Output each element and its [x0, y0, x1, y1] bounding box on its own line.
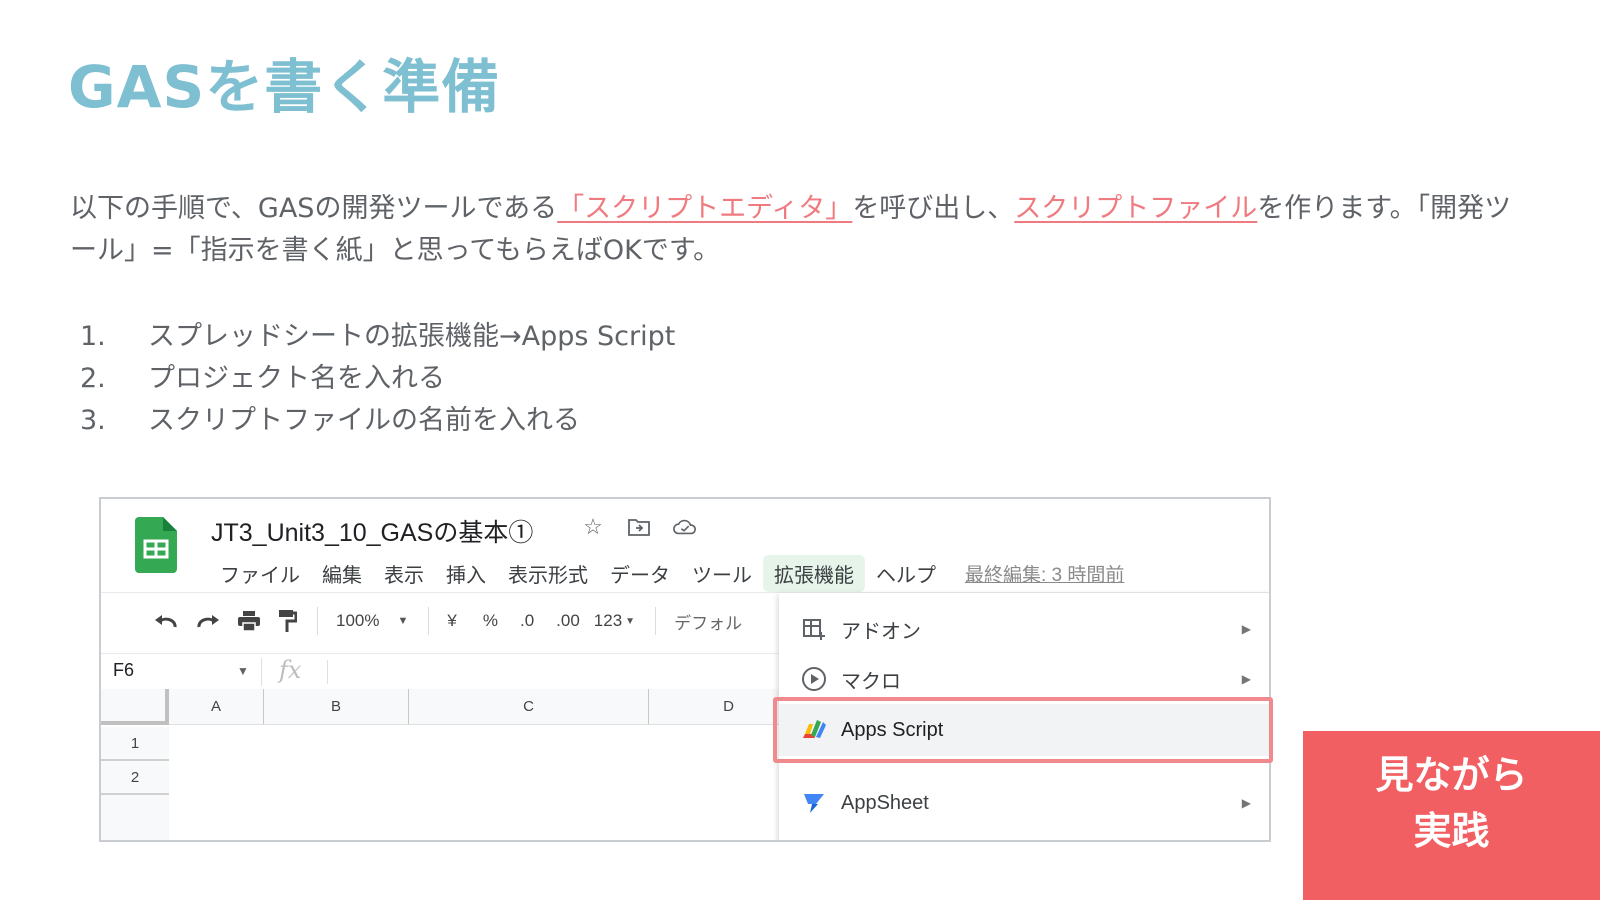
menu-item-add-ons[interactable]: アドオン ▶ [779, 604, 1269, 654]
currency-format-button[interactable]: ¥ [447, 611, 456, 631]
name-box[interactable]: F6 [113, 660, 134, 681]
step-text: スクリプトファイルの名前を入れる [148, 405, 580, 436]
menu-edit[interactable]: 編集 [311, 555, 373, 592]
appsheet-icon [801, 790, 827, 816]
step-number: 1. [80, 321, 106, 352]
formula-separator [261, 658, 262, 686]
menu-view[interactable]: 表示 [373, 555, 435, 592]
star-icon[interactable]: ☆ [581, 514, 605, 539]
apps-script-icon [801, 717, 827, 743]
toolbar-separator [428, 607, 430, 635]
menu-item-macros[interactable]: マクロ ▶ [779, 654, 1269, 704]
step-text: スプレッドシートの拡張機能→Apps Script [148, 321, 676, 352]
column-header-b[interactable]: B [264, 689, 409, 725]
chevron-down-icon[interactable]: ▼ [237, 664, 249, 678]
paint-format-icon[interactable] [277, 609, 297, 633]
menu-file[interactable]: ファイル [209, 555, 311, 592]
cloud-saved-icon[interactable] [673, 515, 697, 539]
submenu-arrow-icon: ▶ [1241, 796, 1251, 810]
menu-item-label: AppSheet [841, 791, 929, 814]
fx-icon: fx [279, 656, 302, 684]
script-file-link[interactable]: スクリプトファイル [1014, 193, 1257, 224]
menu-format[interactable]: 表示形式 [497, 555, 599, 592]
row-header-2[interactable]: 2 [101, 761, 169, 795]
toolbar-separator [655, 607, 657, 635]
print-icon[interactable] [237, 610, 261, 632]
menu-insert[interactable]: 挿入 [435, 555, 497, 592]
step-number: 3. [80, 405, 106, 436]
practice-badge: 見ながら 実践 [1303, 731, 1600, 900]
step-text: プロジェクト名を入れる [148, 363, 445, 394]
toolbar-separator [317, 607, 318, 635]
number-format-select[interactable]: 123 ▼ [594, 611, 635, 631]
zoom-value: 100% [336, 611, 380, 630]
column-header-a[interactable]: A [169, 689, 264, 725]
intro-text-2: を呼び出し、 [852, 193, 1015, 224]
menu-item-label: アドオン [841, 620, 921, 643]
number-format-value: 123 [593, 611, 623, 630]
font-select[interactable]: デフォル [674, 609, 742, 634]
undo-icon[interactable] [153, 612, 179, 630]
menu-bar: ファイル 編集 表示 挿入 表示形式 データ ツール 拡張機能 ヘルプ 最終編集… [209, 555, 1124, 592]
google-sheets-logo-icon [135, 517, 177, 573]
step-item: 1. スプレッドシートの拡張機能→Apps Script [80, 316, 675, 358]
steps-list: 1. スプレッドシートの拡張機能→Apps Script 2. プロジェクト名を… [80, 316, 675, 442]
badge-line-1: 見ながら [1375, 753, 1528, 797]
slide-title: GASを書く準備 [68, 53, 501, 121]
script-editor-link[interactable]: 「スクリプトエディタ」 [557, 193, 852, 224]
row-header-filler [101, 795, 169, 840]
document-title[interactable]: JT3_Unit3_10_GASの基本① [211, 513, 533, 549]
menu-help[interactable]: ヘルプ [865, 555, 947, 592]
chevron-down-icon: ▼ [625, 615, 636, 627]
intro-paragraph: 以下の手順で、GASの開発ツールである「スクリプトエディタ」を呼び出し、スクリプ… [70, 188, 1530, 272]
menu-extensions[interactable]: 拡張機能 [763, 555, 865, 592]
redo-icon[interactable] [195, 612, 221, 630]
menu-item-label: マクロ [841, 670, 901, 693]
macro-play-icon [801, 666, 827, 692]
chevron-down-icon: ▼ [397, 615, 409, 627]
menu-data[interactable]: データ [599, 555, 681, 592]
select-all-corner[interactable] [101, 689, 169, 725]
badge-line-2: 実践 [1413, 809, 1490, 853]
step-item: 2. プロジェクト名を入れる [80, 358, 675, 400]
decrease-decimal-button[interactable]: .0 [520, 611, 534, 631]
menu-item-appsheet[interactable]: AppSheet ▶ [779, 778, 1269, 828]
title-icons: ☆ [581, 514, 697, 539]
last-edit-link[interactable]: 最終編集: 3 時間前 [965, 560, 1124, 587]
add-on-icon [801, 616, 827, 642]
submenu-arrow-icon: ▶ [1241, 672, 1251, 686]
formula-input[interactable] [327, 660, 328, 684]
increase-decimal-button[interactable]: .00 [556, 611, 580, 631]
extensions-dropdown-menu: アドオン ▶ マクロ ▶ Apps Script AppSheet ▶ [779, 593, 1269, 840]
zoom-select[interactable]: 100% ▼ [336, 611, 408, 631]
menu-item-apps-script[interactable]: Apps Script [779, 704, 1269, 756]
row-header-1[interactable]: 1 [101, 727, 169, 761]
percent-format-button[interactable]: % [483, 611, 498, 631]
toolbar: 100% ▼ ¥ % .0 .00 123 ▼ デフォル [153, 607, 758, 635]
column-header-c[interactable]: C [409, 689, 649, 725]
move-to-folder-icon[interactable] [627, 515, 651, 539]
sheets-screenshot: JT3_Unit3_10_GASの基本① ☆ ファイル 編集 表示 挿入 表示形… [99, 497, 1271, 842]
intro-text-1: 以下の手順で、GASの開発ツールである [70, 193, 558, 224]
menu-item-label: Apps Script [841, 718, 944, 741]
submenu-arrow-icon: ▶ [1241, 622, 1251, 636]
step-item: 3. スクリプトファイルの名前を入れる [80, 400, 675, 442]
menu-tools[interactable]: ツール [681, 555, 763, 592]
step-number: 2. [80, 363, 106, 394]
